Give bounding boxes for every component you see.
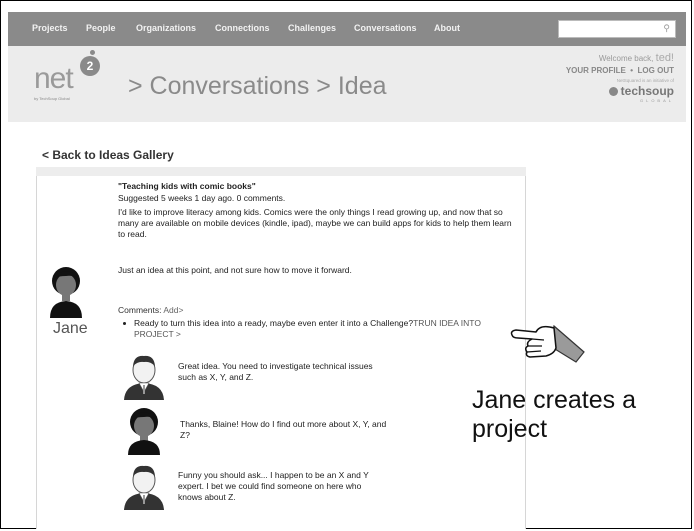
comment-3: Funny you should ask... I happen to be a… [178,470,369,502]
log-out-link[interactable]: LOG OUT [638,66,674,75]
commenter-avatar-male-2 [124,465,164,510]
profile-links: YOUR PROFILE • LOG OUT [548,66,674,75]
bullet-dot [123,322,126,325]
net2-logo[interactable]: net 2 by TechSoup Global [34,50,114,102]
pointing-hand-icon [510,324,585,363]
comments-label: Comments: [118,305,162,315]
commenter-avatar-male [124,355,164,400]
logo-subtitle: by TechSoup Global [34,96,70,101]
nav-challenges[interactable]: Challenges [288,23,336,33]
annotation-line-1: Jane creates a [472,386,636,414]
your-profile-link[interactable]: YOUR PROFILE [566,66,626,75]
comments-header: Comments: Add> [118,305,183,316]
add-comment-link[interactable]: Add> [163,305,183,315]
techsoup-global-text: GLOBAL [639,98,674,103]
idea-panel-header [36,167,526,176]
search-icon[interactable]: ⚲ [663,23,670,34]
techsoup-wordmark: techsoup [620,84,674,98]
idea-note: Just an idea at this point, and not sure… [118,265,352,275]
annotation-caption: Jane creates a project [472,386,636,444]
back-to-gallery-link[interactable]: < Back to Ideas Gallery [42,148,174,162]
comment-2: Thanks, Blaine! How do I find out more a… [180,419,387,440]
link-separator: • [630,66,634,75]
commenter-avatar-female [128,408,160,455]
techsoup-icon [608,87,618,97]
annotation-line-2: project [472,415,548,443]
author-name: Jane [53,320,88,337]
welcome-prefix: Welcome back, [598,54,654,63]
idea-body: I'd like to improve literacy among kids.… [118,207,512,239]
nav-about[interactable]: About [434,23,460,33]
welcome-user: ted! [655,52,674,64]
page-breadcrumb: > Conversations > Idea [128,72,387,100]
prompt-text: Ready to turn this idea into a ready, ma… [134,318,414,328]
initiative-note: NetSquared is an initiative of [616,78,674,83]
search-input[interactable]: ⚲ [558,20,676,38]
logo-text: net [34,62,74,95]
turn-into-project-prompt: Ready to turn this idea into a ready, ma… [134,318,519,340]
jane-avatar [50,267,82,318]
nav-organizations[interactable]: Organizations [136,23,196,33]
logo-dot [90,50,95,55]
nav-conversations[interactable]: Conversations [354,23,417,33]
logo-badge: 2 [80,56,100,76]
techsoup-logo[interactable]: techsoup [578,84,674,98]
nav-connections[interactable]: Connections [215,23,270,33]
welcome-message: Welcome back, ted! [540,52,674,64]
idea-title: "Teaching kids with comic books" [118,181,256,191]
comment-1: Great idea. You need to investigate tech… [178,361,373,382]
nav-people[interactable]: People [86,23,116,33]
idea-meta: Suggested 5 weeks 1 day ago. 0 comments. [118,193,286,203]
nav-projects[interactable]: Projects [32,23,68,33]
